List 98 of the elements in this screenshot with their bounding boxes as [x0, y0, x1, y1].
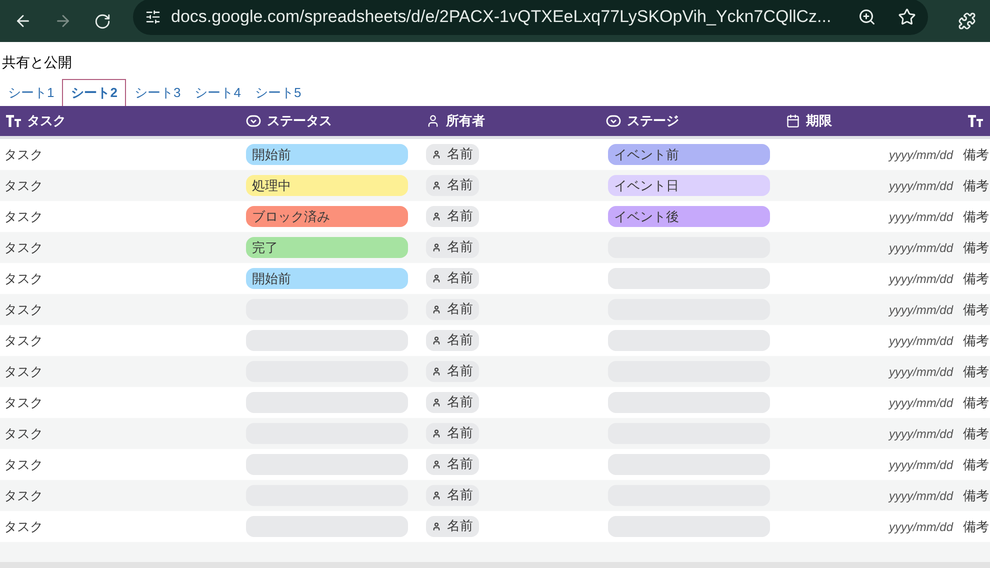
task-cell: タスク	[4, 518, 43, 534]
person-icon	[432, 336, 441, 344]
owner-chip[interactable]: 名前	[426, 422, 479, 444]
text-type-icon	[968, 115, 983, 127]
task-cell: タスク	[4, 178, 43, 192]
person-icon	[432, 522, 441, 530]
dropdown-icon	[606, 115, 621, 127]
due-date-cell: yyyy/mm/dd	[888, 426, 953, 440]
task-cell: タスク	[4, 240, 43, 254]
due-date-cell: yyyy/mm/dd	[888, 520, 953, 534]
person-icon	[432, 242, 441, 252]
notes-cell: 備考	[963, 426, 989, 440]
sheet-tab[interactable]: シート4	[188, 79, 247, 106]
column-header: 所有者	[446, 112, 485, 130]
person-icon	[432, 150, 441, 158]
due-date-cell: yyyy/mm/dd	[888, 396, 953, 410]
person-icon	[432, 304, 441, 314]
person-icon	[432, 366, 441, 376]
task-cell: タスク	[4, 394, 43, 410]
owner-chip[interactable]: 名前	[426, 454, 479, 474]
due-date-cell: yyyy/mm/dd	[888, 458, 953, 472]
due-date-cell: yyyy/mm/dd	[888, 272, 953, 286]
site-settings-icon[interactable]	[145, 9, 161, 25]
status-pill[interactable]: イベント前	[608, 144, 770, 165]
owner-chip[interactable]: 名前	[426, 174, 479, 196]
page-title: 共有と公開	[2, 53, 72, 72]
owner-chip[interactable]: 名前	[426, 298, 479, 320]
task-cell: タスク	[4, 364, 43, 378]
status-pill[interactable]: 処理中	[246, 175, 408, 196]
extensions-icon[interactable]	[958, 12, 976, 30]
dropdown-icon	[246, 115, 261, 127]
sheet-tab[interactable]: シート3	[128, 79, 187, 106]
person-icon	[432, 274, 441, 282]
status-pill[interactable]: 完了	[246, 237, 408, 258]
task-cell: タスク	[4, 456, 43, 472]
column-header: ステータス	[267, 112, 332, 130]
task-cell: タスク	[4, 332, 43, 348]
address-bar[interactable]: docs.google.com/spreadsheets/d/e/2PACX-1vQTXEeLxq77LySKOpVih_Yckn7CQllCz...	[133, 0, 928, 35]
notes-cell: 備考	[963, 146, 989, 162]
due-date-cell: yyyy/mm/dd	[888, 240, 953, 254]
sheet-tab[interactable]: シート5	[248, 79, 308, 106]
reload-icon[interactable]	[94, 12, 111, 30]
person-icon	[432, 398, 441, 406]
notes-cell: 備考	[963, 208, 989, 224]
owner-chip[interactable]: 名前	[426, 330, 479, 350]
task-cell: タスク	[4, 208, 43, 224]
notes-cell: 備考	[963, 456, 989, 472]
due-date-cell: yyyy/mm/dd	[888, 302, 953, 316]
person-icon	[432, 428, 441, 438]
task-cell: タスク	[4, 302, 43, 316]
notes-cell: 備考	[963, 488, 989, 502]
notes-cell: 備考	[963, 178, 989, 192]
task-cell: タスク	[4, 488, 43, 502]
text-type-icon	[6, 115, 21, 127]
notes-cell: 備考	[963, 302, 989, 316]
notes-cell: 備考	[963, 364, 989, 378]
task-cell: タスク	[4, 270, 43, 286]
url-text: docs.google.com/spreadsheets/d/e/2PACX-1vQTXEeLxq77LySKOpVih_Yckn7CQllCz...	[171, 6, 832, 28]
back-icon[interactable]	[14, 12, 32, 30]
status-pill[interactable]: 開始前	[246, 144, 408, 165]
due-date-cell: yyyy/mm/dd	[888, 148, 953, 162]
zoom-icon[interactable]	[858, 8, 876, 26]
task-cell: タスク	[4, 146, 43, 162]
column-header: ステージ	[627, 112, 679, 130]
notes-cell: 備考	[963, 394, 989, 410]
status-pill[interactable]: イベント後	[608, 206, 770, 227]
calendar-icon	[786, 114, 800, 128]
notes-cell: 備考	[963, 518, 989, 534]
status-pill[interactable]: ブロック済み	[246, 206, 408, 227]
status-pill[interactable]: イベント日	[608, 175, 770, 196]
sheet-tab[interactable]: シート2	[62, 79, 126, 106]
notes-cell: 備考	[963, 270, 989, 286]
owner-chip[interactable]: 名前	[426, 236, 479, 258]
owner-chip[interactable]: 名前	[426, 360, 479, 382]
bookmark-star-icon[interactable]	[898, 8, 916, 26]
due-date-cell: yyyy/mm/dd	[888, 334, 953, 348]
owner-chip[interactable]: 名前	[426, 516, 479, 536]
notes-cell: 備考	[963, 332, 989, 348]
notes-cell: 備考	[963, 240, 989, 254]
column-header: タスク	[27, 112, 66, 130]
person-icon	[432, 490, 441, 500]
owner-chip[interactable]: 名前	[426, 268, 479, 288]
task-cell: タスク	[4, 426, 43, 440]
due-date-cell: yyyy/mm/dd	[888, 178, 953, 192]
column-header: 期限	[806, 112, 832, 130]
due-date-cell: yyyy/mm/dd	[888, 364, 953, 378]
person-icon	[432, 212, 441, 220]
owner-chip[interactable]: 名前	[426, 392, 479, 412]
owner-chip[interactable]: 名前	[426, 206, 479, 226]
status-pill[interactable]: 開始前	[246, 268, 408, 289]
owner-chip[interactable]: 名前	[426, 484, 479, 506]
person-icon	[426, 114, 440, 128]
person-icon	[432, 180, 441, 190]
sheet-tab[interactable]: シート1	[2, 79, 60, 106]
due-date-cell: yyyy/mm/dd	[888, 488, 953, 502]
person-icon	[432, 460, 441, 468]
owner-chip[interactable]: 名前	[426, 144, 479, 164]
due-date-cell: yyyy/mm/dd	[888, 210, 953, 224]
